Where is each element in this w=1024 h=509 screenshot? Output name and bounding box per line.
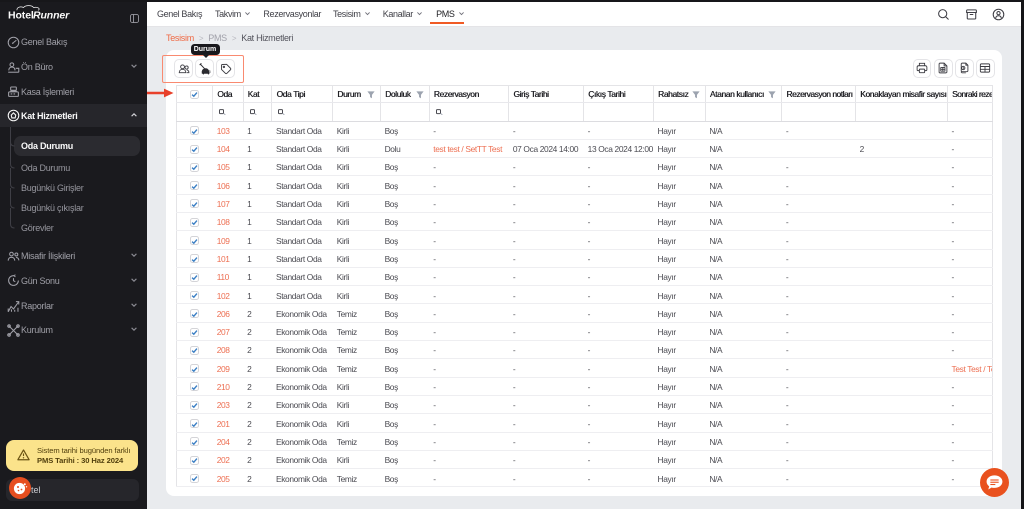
svg-text:Runner: Runner: [33, 9, 70, 20]
svg-text:Hotel: Hotel: [8, 9, 34, 20]
